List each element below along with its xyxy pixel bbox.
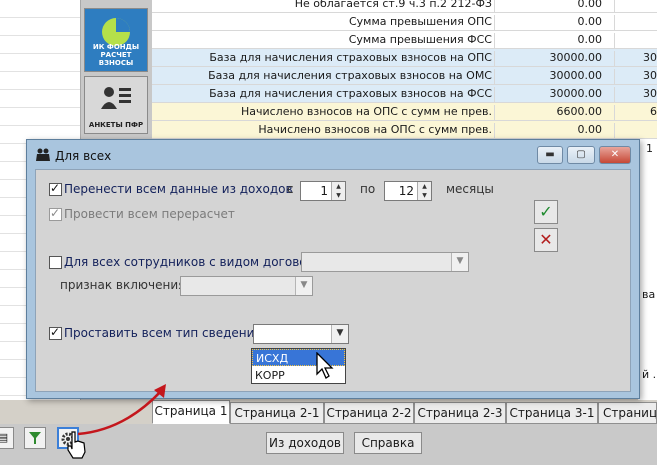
row-value-2 (614, 123, 657, 139)
row-label: База для начисления страховых взносов на… (209, 51, 492, 64)
row-value: 30000.00 (494, 87, 606, 103)
info-type-label: Проставить всем тип сведений (64, 326, 263, 340)
table-row: База для начисления страховых взносов на… (152, 67, 657, 85)
fragment-text: 1 (646, 142, 653, 155)
mouse-pointer-icon (316, 352, 334, 379)
row-value-2: 30 (614, 87, 657, 103)
row-label: База для начисления страховых взносов на… (209, 87, 492, 100)
ik-funds-button[interactable]: ИК ФОНДЫ РАСЧЕТ ВЗНОСЫ (84, 8, 148, 72)
tab-page-3-1[interactable]: Страница 3-1 (506, 402, 598, 424)
row-value-2: 6 (614, 105, 657, 121)
row-value-2 (614, 15, 657, 31)
minimize-icon[interactable]: ▬ (537, 146, 563, 164)
months-label: месяцы (446, 182, 494, 196)
pfr-forms-label: АНКЕТЫ ПФР (88, 121, 144, 129)
info-type-select[interactable]: ▼ (253, 324, 349, 344)
id-card-icon (101, 87, 131, 109)
spinner-arrows-icon[interactable]: ▲ ▼ (417, 182, 431, 200)
row-value: 6600.00 (494, 105, 606, 121)
fragment-text: ва (642, 288, 656, 301)
tab-page-2-2[interactable]: Страница 2-2 (324, 402, 414, 424)
to-month-value: 12 (398, 184, 414, 198)
transfer-data-label: Перенести всем данные из доходов (64, 182, 293, 196)
info-type-checkbox[interactable] (49, 325, 62, 340)
spinner-arrows-icon[interactable]: ▲ ▼ (331, 182, 345, 200)
row-value: 30000.00 (494, 69, 606, 85)
inclusion-sign-select[interactable]: ▼ (180, 276, 313, 296)
from-label: с (287, 182, 294, 196)
row-label: Сумма превышения ОПС (348, 15, 492, 28)
transfer-data-checkbox[interactable] (49, 181, 62, 196)
contract-type-checkbox[interactable] (49, 256, 62, 269)
fragment-text: й . (642, 368, 657, 381)
row-value-2: 30 (614, 69, 657, 85)
tab-page-more[interactable]: Страница (598, 402, 657, 424)
filter-icon[interactable] (24, 427, 46, 449)
table-row: База для начисления страховых взносов на… (152, 85, 657, 103)
chevron-down-icon[interactable]: ▼ (451, 253, 468, 271)
row-value: 0.00 (494, 0, 606, 13)
from-month-value: 1 (320, 184, 328, 198)
inclusion-sign-label: признак включения (60, 278, 186, 292)
row-value: 30000.00 (494, 51, 606, 67)
row-value-2 (614, 33, 657, 49)
tab-page-2-3[interactable]: Страница 2-3 (414, 402, 506, 424)
from-income-button[interactable]: Из доходов (266, 432, 344, 454)
hand-pointer-icon (67, 431, 86, 459)
row-label: Начислено взносов на ОПС с сумм прев. (258, 123, 492, 136)
people-icon (36, 148, 50, 161)
row-value: 0.00 (494, 33, 606, 49)
table-row: Начислено взносов на ОПС с сумм не прев.… (152, 103, 657, 121)
table-row: Не облагается ст.9 ч.3 п.2 212-ФЗ 0.00 (152, 0, 657, 13)
to-label: по (360, 182, 376, 196)
chevron-down-icon[interactable]: ▼ (295, 277, 312, 295)
table-row: Начислено взносов на ОПС с сумм прев. 0.… (152, 121, 657, 139)
print-icon[interactable]: ▤ (0, 427, 14, 449)
recalc-checkbox[interactable] (49, 206, 62, 221)
table-row: База для начисления страховых взносов на… (152, 49, 657, 67)
row-label: Сумма превышения ФСС (348, 33, 492, 46)
dialog-title: Для всех (55, 149, 112, 163)
close-icon[interactable]: ✕ (599, 146, 631, 164)
page-tabs: Страница 1 Страница 2-1 Страница 2-2 Стр… (152, 400, 657, 424)
tab-page-1[interactable]: Страница 1 (152, 400, 230, 424)
chevron-down-icon[interactable]: ▼ (331, 325, 348, 343)
contract-type-label: Для всех сотрудников с видом договора (64, 255, 322, 269)
row-value-2 (614, 0, 657, 13)
row-value: 0.00 (494, 123, 606, 139)
contract-type-select[interactable]: ▼ (301, 252, 469, 272)
pfr-forms-button[interactable]: АНКЕТЫ ПФР (84, 76, 148, 134)
ik-funds-label: ИК ФОНДЫ РАСЧЕТ ВЗНОСЫ (92, 43, 140, 67)
row-label: База для начисления страховых взносов на… (208, 69, 492, 82)
background-table: Не облагается ст.9 ч.3 п.2 212-ФЗ 0.00 С… (152, 0, 657, 140)
row-value-2: 30 (614, 51, 657, 67)
row-label: Начислено взносов на ОПС с сумм не прев. (240, 105, 492, 118)
cancel-x-icon[interactable]: ✕ (534, 228, 558, 252)
row-value: 0.00 (494, 15, 606, 31)
row-label: Не облагается ст.9 ч.3 п.2 212-ФЗ (294, 0, 492, 10)
recalc-label: Провести всем перерасчет (64, 207, 235, 221)
ok-check-icon[interactable]: ✓ (534, 200, 558, 224)
help-button[interactable]: Справка (354, 432, 422, 454)
maximize-icon[interactable]: ▢ (567, 146, 595, 164)
from-month-spinner[interactable]: 1 ▲ ▼ (300, 181, 346, 201)
table-row: Сумма превышения ОПС 0.00 (152, 13, 657, 31)
tab-page-2-1[interactable]: Страница 2-1 (230, 402, 324, 424)
table-row: Сумма превышения ФСС 0.00 (152, 31, 657, 49)
right-table-fragment: 1 ва й . (638, 140, 657, 400)
to-month-spinner[interactable]: 12 ▲ ▼ (384, 181, 432, 201)
